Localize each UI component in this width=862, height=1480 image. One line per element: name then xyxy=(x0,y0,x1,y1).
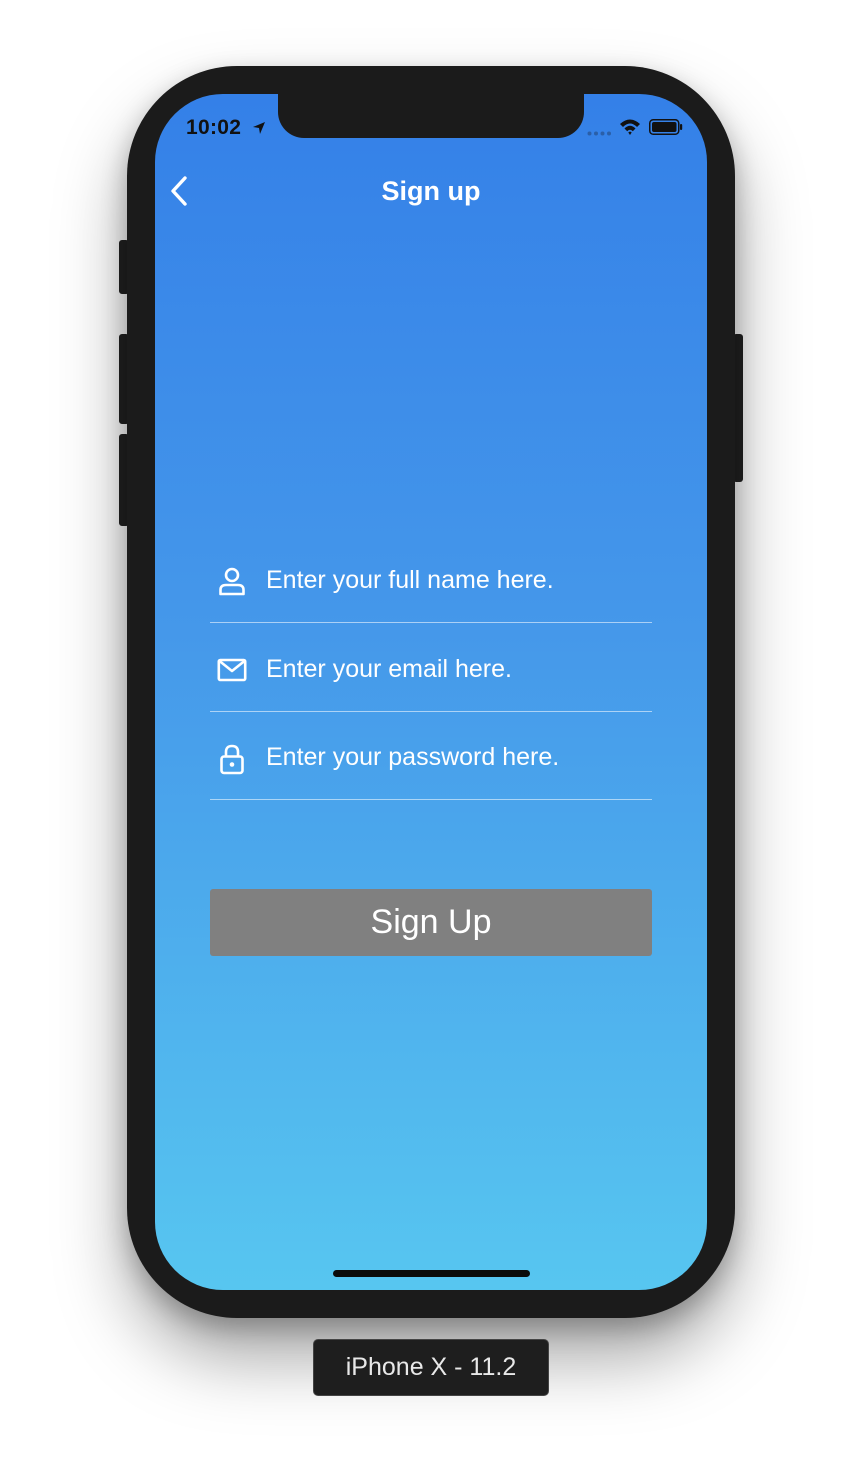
lock-icon xyxy=(220,744,244,775)
user-icon xyxy=(219,567,245,596)
battery-icon xyxy=(649,119,683,135)
password-field xyxy=(210,713,652,800)
page-title: Sign up xyxy=(381,176,481,206)
password-input[interactable] xyxy=(266,737,646,777)
full-name-input[interactable] xyxy=(266,560,646,600)
home-indicator[interactable] xyxy=(333,1270,530,1277)
simulator-stage: 10:02 Sign up Enter your full name here.… xyxy=(0,0,862,1480)
email-field xyxy=(210,625,652,712)
full-name-field xyxy=(210,536,652,623)
notch xyxy=(278,94,584,138)
cellular-signal-icon xyxy=(587,131,611,136)
status-time: 10:02 xyxy=(186,116,242,139)
app-screen: 10:02 Sign up Enter your full name here.… xyxy=(155,94,707,1290)
email-input[interactable] xyxy=(266,649,646,689)
sign-up-button[interactable]: Sign Up xyxy=(210,889,652,956)
wifi-icon xyxy=(620,119,640,135)
location-arrow-icon xyxy=(253,122,265,134)
device-label: iPhone X - 11.2 xyxy=(313,1339,549,1396)
mail-icon xyxy=(217,658,247,682)
